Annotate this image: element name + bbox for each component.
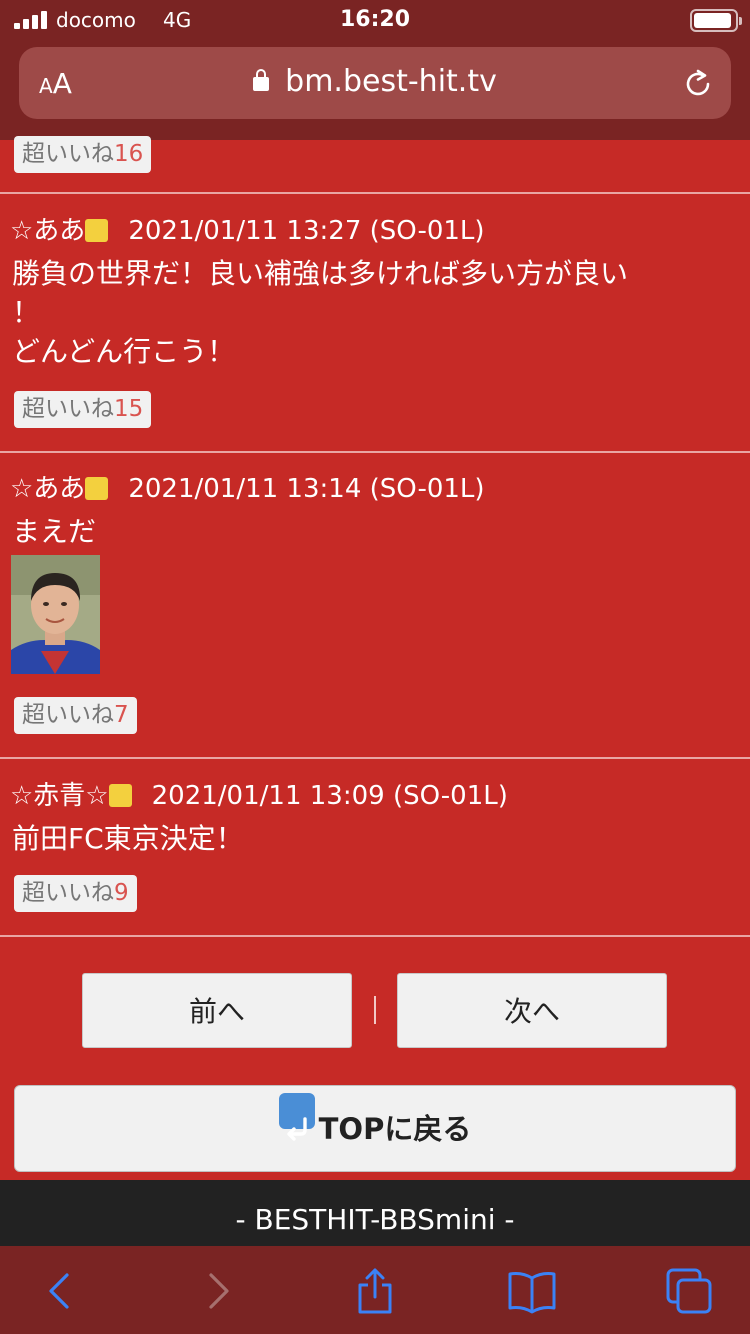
player-portrait-image [11,555,100,674]
post-item: ☆ああ 2021/01/11 13:14 (SO-01L) まえだ [0,472,750,551]
post-header: ☆ああ 2021/01/11 13:27 (SO-01L) [0,214,750,248]
post-timestamp: 2021/01/11 13:14 (SO-01L) [128,474,485,504]
post-header: ☆ああ 2021/01/11 13:14 (SO-01L) [0,472,750,506]
forward-arrow-icon[interactable] [194,1268,244,1314]
like-label: 超いいね [22,141,114,167]
url-bar[interactable]: AA bm.best-hit.tv [19,47,731,119]
post-author: ☆ああ [10,474,86,504]
url-host-display[interactable]: bm.best-hit.tv [19,64,731,99]
status-bar: docomo 4G 16:20 [0,0,750,40]
post-line: どんどん行こう！ [12,335,236,368]
super-like-button[interactable]: 超いいね15 [14,391,152,428]
post-item: ☆ああ 2021/01/11 13:27 (SO-01L) 勝負の世界だ！良い補強… [0,214,750,371]
browser-toolbar [0,1246,750,1334]
battery-icon [690,9,742,32]
post-line: まえだ [12,515,97,548]
browser-top-chrome: docomo 4G 16:20 AA bm.best-hit.tv [0,0,750,140]
share-icon[interactable] [350,1268,400,1314]
partial-like-badge[interactable]: 超いいね16 [14,136,152,173]
tabs-icon[interactable] [664,1268,714,1314]
yellow-square-icon [85,219,109,242]
post-divider [0,451,750,453]
pagination-separator [374,996,376,1024]
post-timestamp: 2021/01/11 13:27 (SO-01L) [128,216,485,246]
yellow-square-icon [85,477,109,500]
yellow-square-icon [108,784,132,807]
post-line: 前田FC東京決定！ [12,822,244,855]
post-author: ☆赤青☆ [10,781,109,811]
post-timestamp: 2021/01/11 13:09 (SO-01L) [151,781,508,811]
post-header: ☆赤青☆ 2021/01/11 13:09 (SO-01L) [0,779,750,813]
post-body: 前田FC東京決定！ [0,819,750,858]
super-like-button[interactable]: 超いいね7 [14,697,137,734]
back-to-top-button[interactable]: TOPに戻る [14,1085,736,1172]
back-to-top-label: TOPに戻る [318,1112,472,1146]
post-body: 勝負の世界だ！良い補強は多ければ多い方が良い ！ どんどん行こう！ [0,254,750,371]
lock-icon [253,69,270,91]
next-page-button[interactable]: 次へ [397,973,667,1048]
status-time: 16:20 [339,7,411,32]
prev-page-button[interactable]: 前へ [82,973,352,1048]
post-item: ☆赤青☆ 2021/01/11 13:09 (SO-01L) 前田FC東京決定！ [0,779,750,858]
like-count: 16 [114,141,144,167]
like-count: 15 [114,396,144,422]
post-author: ☆ああ [10,216,86,246]
url-host-text: bm.best-hit.tv [285,64,497,99]
post-line: 勝負の世界だ！良い補強は多ければ多い方が良い [12,257,629,290]
post-line: ！ [12,296,41,329]
reload-icon[interactable] [681,67,715,101]
post-divider [0,757,750,759]
like-label: 超いいね [22,880,114,906]
bookmarks-icon[interactable] [507,1268,557,1314]
return-arrow-icon [278,1093,315,1141]
post-photo-thumbnail[interactable] [11,555,100,674]
like-label: 超いいね [22,702,114,728]
post-divider [0,935,750,937]
like-label: 超いいね [22,396,114,422]
super-like-button[interactable]: 超いいね9 [14,875,137,912]
like-count: 9 [114,880,129,906]
back-arrow-icon[interactable] [34,1268,84,1314]
post-divider [0,192,750,194]
like-count: 7 [114,702,129,728]
post-body: まえだ [0,512,750,551]
site-footer: - BESTHIT-BBSmini - [0,1180,750,1246]
